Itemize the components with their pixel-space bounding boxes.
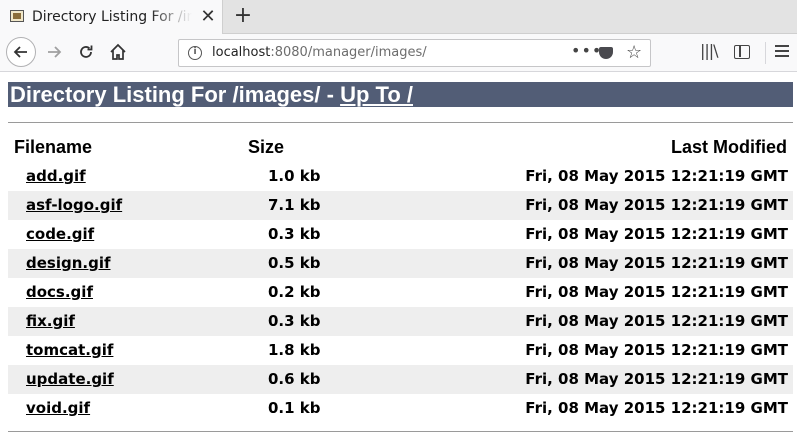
page-content: Directory Listing For /images/ - Up To /… [0, 72, 797, 438]
toolbar-separator [765, 42, 766, 64]
file-size: 1.8 kb [268, 341, 321, 359]
file-link[interactable]: void.gif [26, 399, 90, 417]
file-size: 7.1 kb [268, 196, 321, 214]
file-size: 0.1 kb [268, 399, 321, 417]
reload-button[interactable] [72, 38, 100, 66]
hamburger-menu-icon[interactable] [775, 45, 789, 57]
url-text[interactable]: localhost:8080/manager/images/ [212, 45, 427, 60]
table-row: add.gif 1.0 kb Fri, 08 May 2015 12:21:19 G… [8, 162, 793, 191]
file-link[interactable]: add.gif [26, 167, 86, 185]
table-row: docs.gif 0.2 kb Fri, 08 May 2015 12:21:19 … [8, 278, 793, 307]
file-link[interactable]: docs.gif [26, 283, 93, 301]
page-heading: Directory Listing For /images/ - Up To / [8, 82, 793, 107]
pocket-icon[interactable] [599, 47, 613, 59]
table-row: update.gif 0.6 kb Fri, 08 May 2015 12:21:1… [8, 365, 793, 394]
home-icon [110, 43, 126, 60]
table-row: fix.gif 0.3 kb Fri, 08 May 2015 12:21:19 G… [8, 307, 793, 336]
table-row: void.gif 0.1 kb Fri, 08 May 2015 12:21:19 … [8, 394, 793, 423]
file-size: 0.2 kb [268, 283, 321, 301]
info-icon[interactable]: i [188, 46, 202, 60]
library-icon[interactable]: |||\ [700, 41, 719, 60]
file-link[interactable]: code.gif [26, 225, 94, 243]
file-last-modified: Fri, 08 May 2015 12:21:19 GMT [525, 167, 788, 185]
file-link[interactable]: design.gif [26, 254, 111, 272]
file-last-modified: Fri, 08 May 2015 12:21:19 GMT [525, 196, 788, 214]
forward-arrow-icon [48, 46, 62, 58]
back-button[interactable] [6, 37, 36, 67]
up-to-root-link[interactable]: Up To / [340, 82, 413, 107]
new-tab-button[interactable]: + [231, 4, 255, 30]
tab-strip: Directory Listing For /images/ ✕ + [0, 0, 797, 34]
table-row: code.gif 0.3 kb Fri, 08 May 2015 12:21:19 … [8, 220, 793, 249]
navigation-toolbar: i localhost:8080/manager/images/ ••• ☆ |… [0, 34, 797, 72]
sidebar-icon[interactable] [734, 45, 750, 59]
file-size: 0.3 kb [268, 225, 321, 243]
back-arrow-icon [13, 46, 27, 58]
home-button[interactable] [104, 38, 132, 66]
browser-tab[interactable]: Directory Listing For /images/ ✕ [0, 0, 223, 34]
tab-close-icon[interactable]: ✕ [198, 7, 218, 27]
table-row: tomcat.gif 1.8 kb Fri, 08 May 2015 12:21:1… [8, 336, 793, 365]
file-link[interactable]: update.gif [26, 370, 114, 388]
divider [8, 431, 793, 432]
file-size: 0.3 kb [268, 312, 321, 330]
file-last-modified: Fri, 08 May 2015 12:21:19 GMT [525, 254, 788, 272]
file-last-modified: Fri, 08 May 2015 12:21:19 GMT [525, 341, 788, 359]
file-link[interactable]: tomcat.gif [26, 341, 113, 359]
file-size: 0.5 kb [268, 254, 321, 272]
table-row: design.gif 0.5 kb Fri, 08 May 2015 12:21:1… [8, 249, 793, 278]
file-link[interactable]: asf-logo.gif [26, 196, 122, 214]
column-header-last-modified: Last Modified [671, 137, 787, 157]
file-last-modified: Fri, 08 May 2015 12:21:19 GMT [525, 225, 788, 243]
file-last-modified: Fri, 08 May 2015 12:21:19 GMT [525, 312, 788, 330]
file-last-modified: Fri, 08 May 2015 12:21:19 GMT [525, 399, 788, 417]
forward-button[interactable] [40, 38, 68, 66]
divider [8, 122, 793, 123]
file-link[interactable]: fix.gif [26, 312, 75, 330]
column-header-filename: Filename [14, 137, 93, 157]
address-bar[interactable]: i localhost:8080/manager/images/ ••• ☆ [178, 39, 651, 67]
table-row: asf-logo.gif 7.1 kb Fri, 08 May 2015 12:21… [8, 191, 793, 220]
file-last-modified: Fri, 08 May 2015 12:21:19 GMT [525, 370, 788, 388]
file-size: 0.6 kb [268, 370, 321, 388]
page-actions-icon[interactable]: ••• [571, 41, 602, 60]
column-header-size: Size [248, 137, 285, 157]
bookmark-star-icon[interactable]: ☆ [626, 42, 642, 63]
tomcat-favicon-icon [10, 10, 24, 22]
file-last-modified: Fri, 08 May 2015 12:21:19 GMT [525, 283, 788, 301]
file-size: 1.0 kb [268, 167, 321, 185]
reload-icon [80, 45, 93, 58]
